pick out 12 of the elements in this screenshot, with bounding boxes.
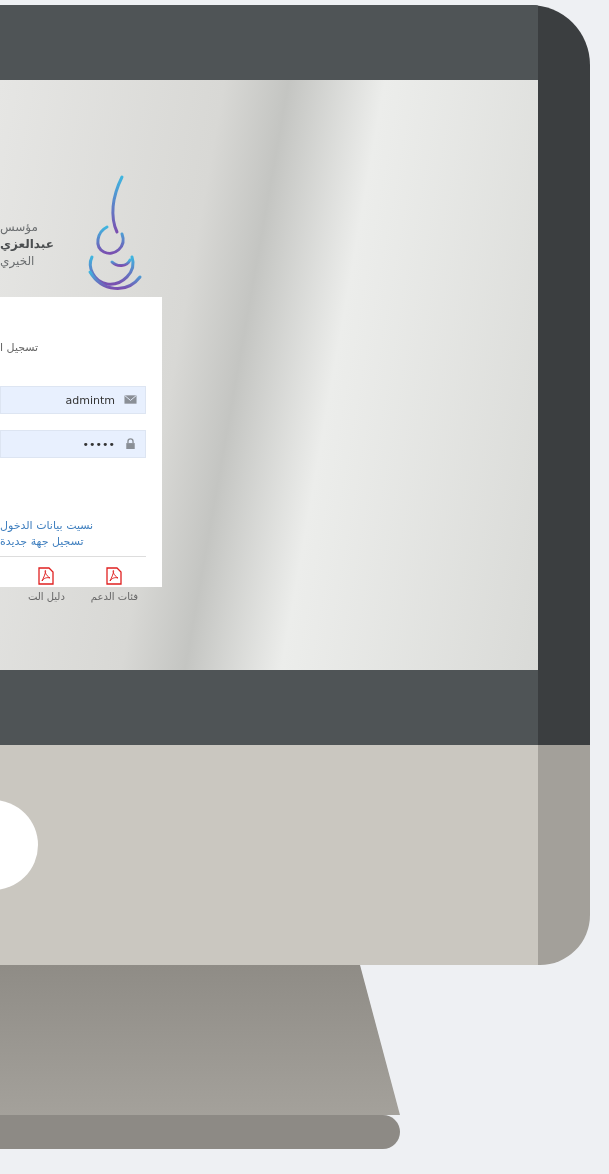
logo-text: مؤسس bbox=[0, 219, 38, 236]
input-field[interactable]: admintm bbox=[0, 386, 146, 414]
document-label[interactable]: فئات الدعم bbox=[90, 591, 138, 602]
login-title: تسجيل ا bbox=[0, 341, 39, 354]
document-label[interactable]: دليل الت bbox=[27, 591, 65, 602]
pdf-file-icon[interactable] bbox=[38, 567, 55, 585]
logo-text: الخيري bbox=[0, 253, 35, 270]
link[interactable]: تسجيل جهة جديدة bbox=[0, 534, 84, 550]
input-field[interactable]: ••••• bbox=[0, 430, 146, 458]
link[interactable]: نسيت بيانات الدخول bbox=[0, 518, 94, 534]
pdf-file-icon[interactable] bbox=[106, 567, 123, 585]
logo-text: عبدالعزي bbox=[0, 236, 54, 253]
